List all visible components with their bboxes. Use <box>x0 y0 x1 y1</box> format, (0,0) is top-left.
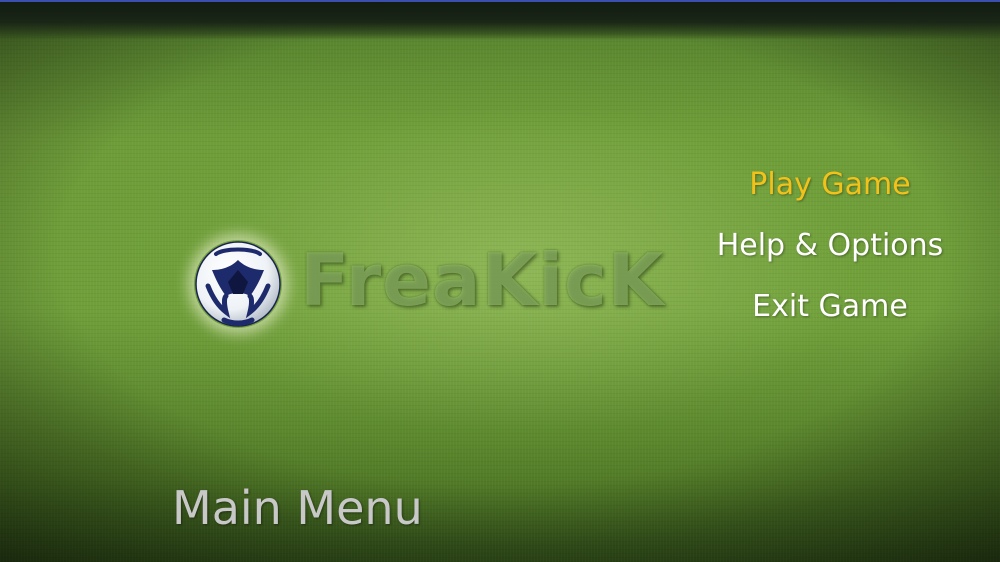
main-menu: Play Game Help & Options Exit Game <box>700 163 960 346</box>
menu-item-play-game[interactable]: Play Game <box>700 163 960 224</box>
game-logo-text: FreaKicK <box>300 238 665 322</box>
main-menu-screen: FreaKicK Play Game Help & Options Exit G… <box>0 0 1000 562</box>
soccer-ball-icon <box>194 240 282 328</box>
game-logo: FreaKicK <box>190 232 670 332</box>
screen-title: Main Menu <box>172 481 423 535</box>
menu-item-help-options[interactable]: Help & Options <box>700 224 960 285</box>
menu-item-exit-game[interactable]: Exit Game <box>700 285 960 346</box>
top-stadium-band <box>0 0 1000 40</box>
top-border-line <box>0 0 1000 2</box>
